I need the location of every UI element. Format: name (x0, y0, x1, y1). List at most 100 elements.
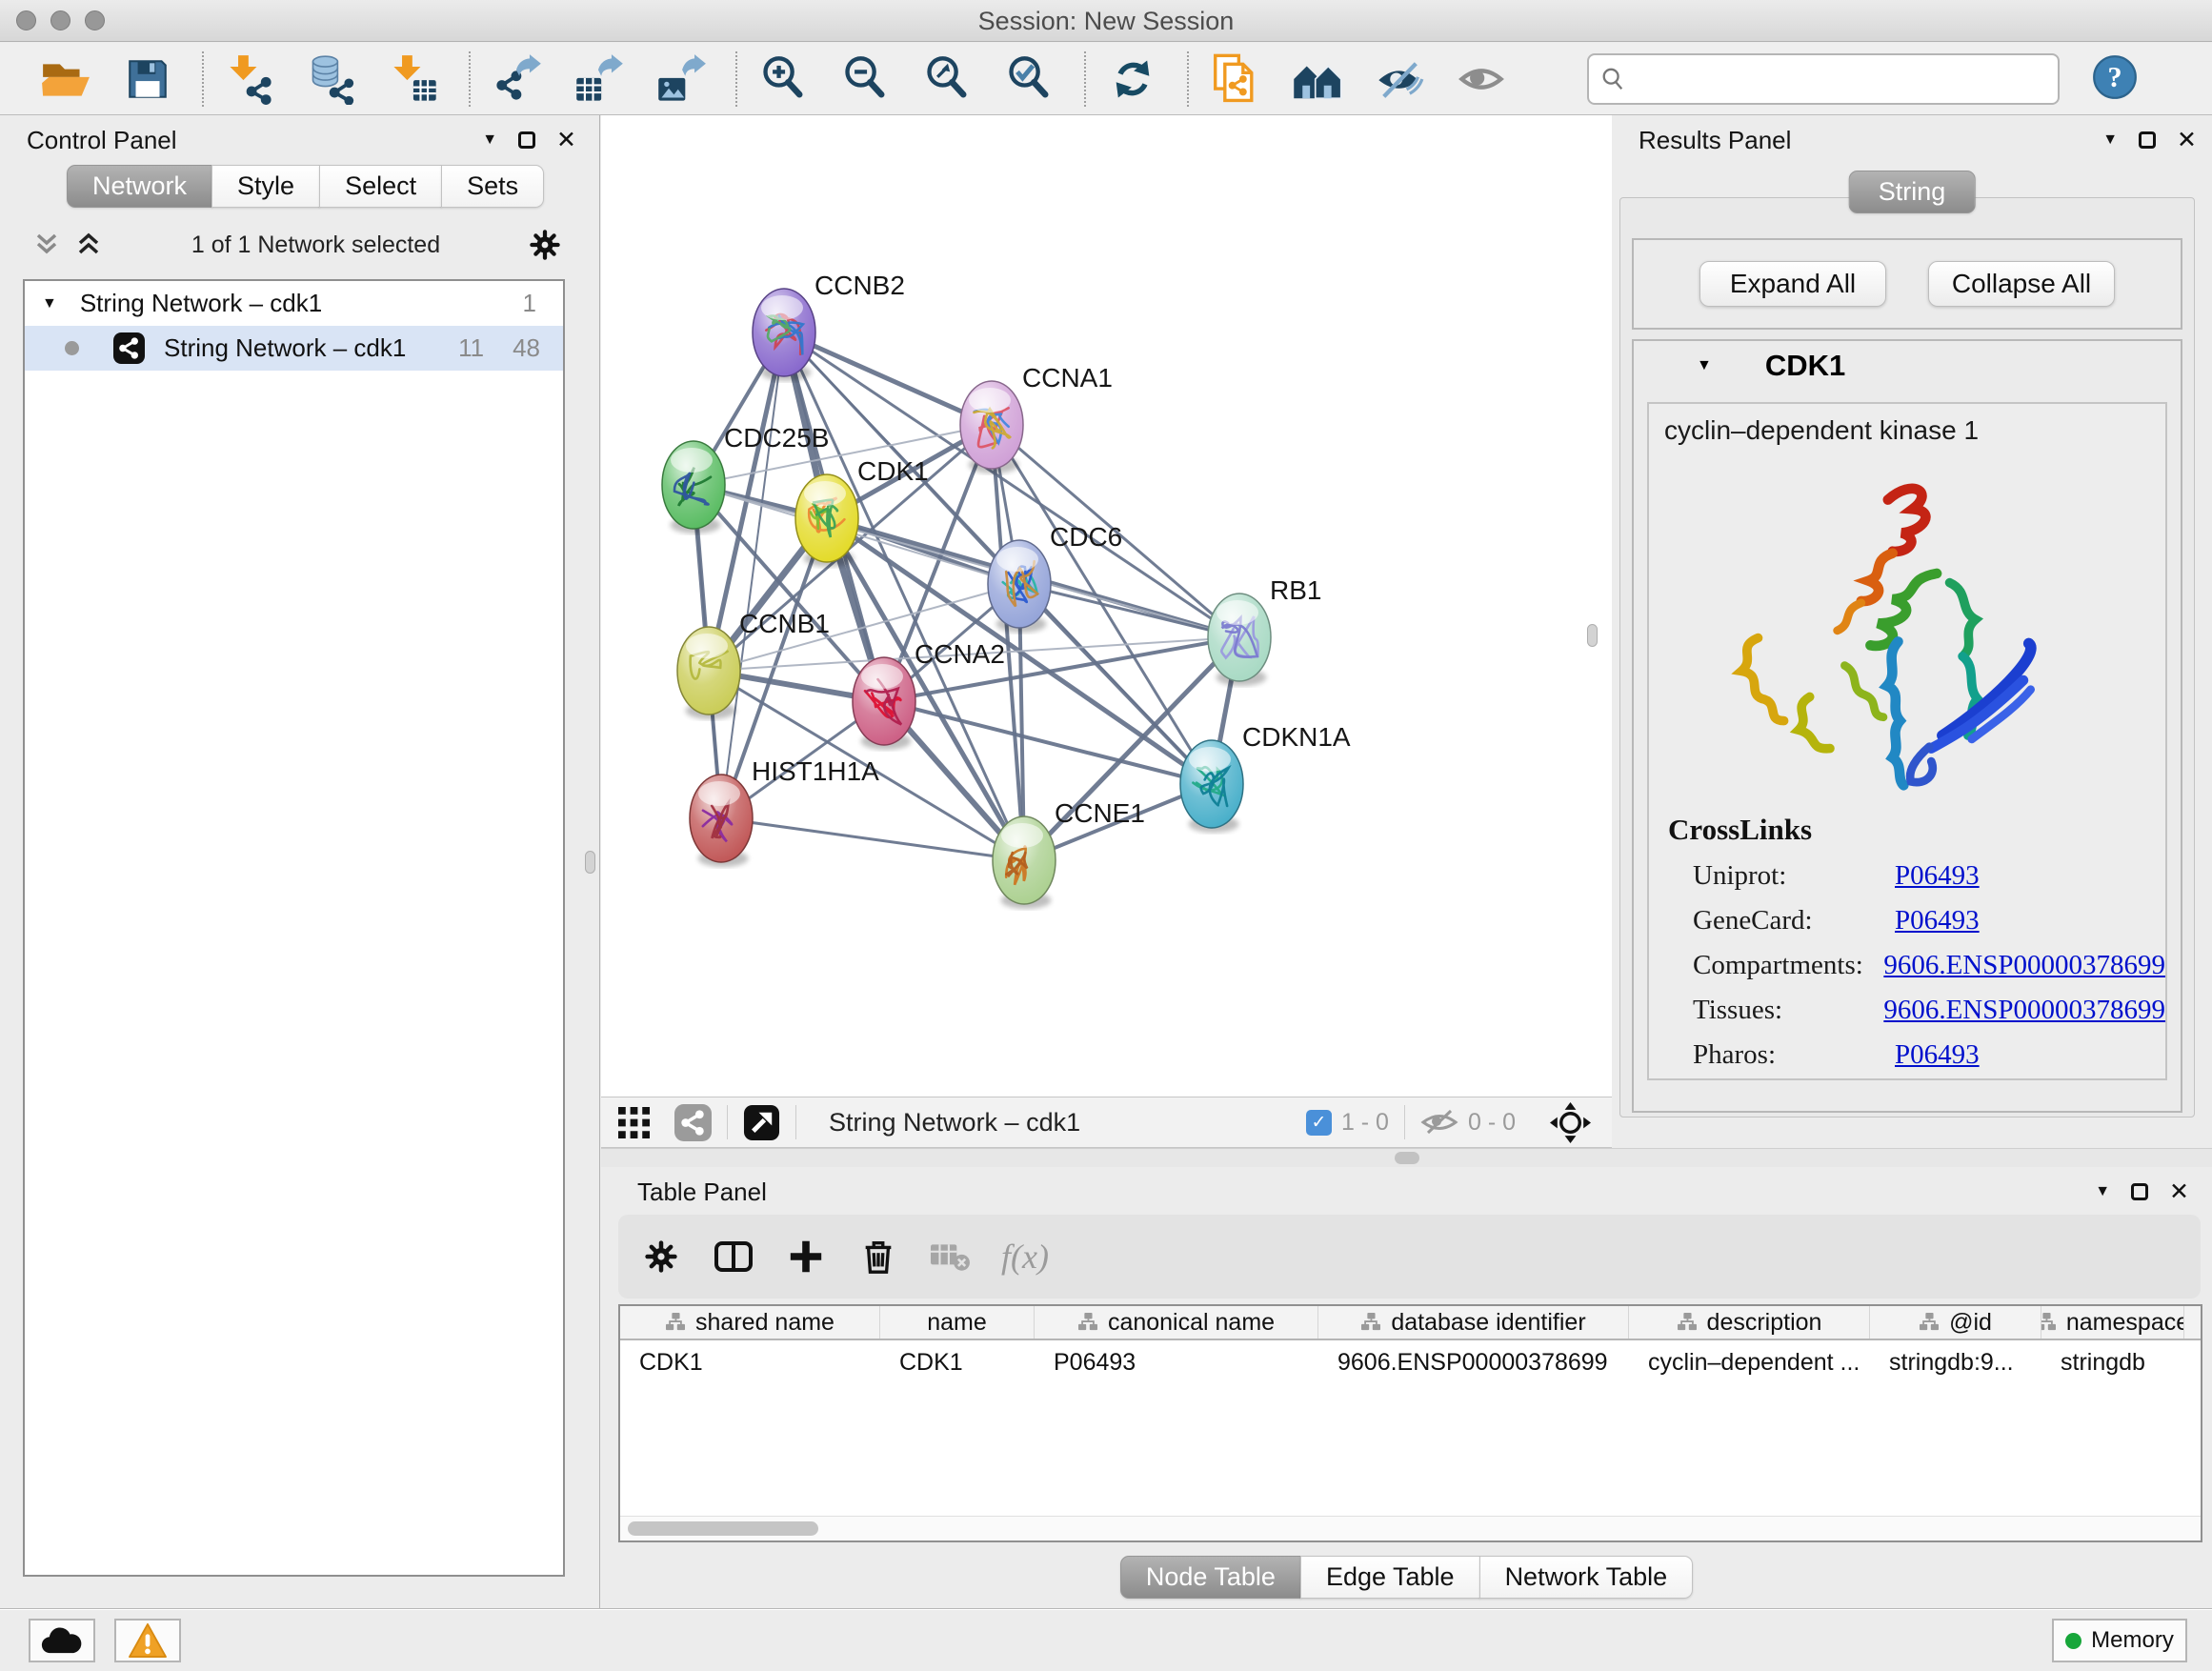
gear-icon[interactable] (529, 229, 561, 261)
collapse-all-icon[interactable] (32, 232, 61, 258)
import-network-file-icon[interactable] (221, 50, 280, 109)
browse-networks-icon[interactable] (1288, 50, 1347, 109)
panel-float-icon[interactable] (518, 131, 535, 149)
tab-select[interactable]: Select (319, 165, 442, 208)
tab-network[interactable]: Network (67, 165, 212, 208)
panel-menu-icon[interactable]: ▼ (2095, 1184, 2110, 1199)
table-cell[interactable]: CDK1 (880, 1349, 1035, 1377)
crosslink-value-link[interactable]: P06493 (1895, 1039, 1980, 1071)
collapse-all-button[interactable]: Collapse All (1928, 261, 2115, 307)
open-session-icon[interactable] (36, 50, 95, 109)
grid-view-icon[interactable] (618, 1107, 650, 1138)
column-header--id[interactable]: @id (1870, 1306, 2041, 1339)
scrollbar-thumb[interactable] (628, 1521, 818, 1536)
panel-resize-handle[interactable] (585, 851, 595, 874)
panel-close-icon[interactable]: ✕ (2169, 1180, 2189, 1204)
separator (727, 1105, 728, 1139)
export-image-icon[interactable] (652, 50, 711, 109)
table-row[interactable]: CDK1CDK1P064939606.ENSP00000378699cyclin… (620, 1340, 2201, 1384)
add-column-icon[interactable] (784, 1235, 828, 1278)
panel-float-icon[interactable] (2139, 131, 2156, 149)
main-toolbar: ? (0, 43, 2212, 115)
tab-network-table[interactable]: Network Table (1479, 1556, 1694, 1599)
tab-edge-table[interactable]: Edge Table (1300, 1556, 1480, 1599)
hierarchy-icon (2041, 1313, 2057, 1332)
node-result-header[interactable]: ▼ CDK1 (1634, 341, 2181, 391)
detach-view-icon[interactable] (743, 1104, 780, 1141)
table-settings-gear-icon[interactable] (639, 1235, 683, 1278)
import-network-database-icon[interactable] (303, 50, 362, 109)
show-columns-icon[interactable] (712, 1235, 755, 1278)
zoom-fit-icon[interactable] (918, 50, 977, 109)
expand-all-icon[interactable] (74, 232, 103, 258)
node-CDKN1A[interactable]: CDKN1A (1180, 722, 1351, 833)
crosslink-value-link[interactable]: 9606.ENSP00000378699 (1883, 995, 2165, 1026)
table-horizontal-scrollbar[interactable] (620, 1516, 2201, 1540)
panel-menu-icon[interactable]: ▼ (482, 132, 497, 148)
delete-icon[interactable] (856, 1235, 900, 1278)
tab-string[interactable]: String (1849, 171, 1976, 213)
crosslink-value-link[interactable]: 9606.ENSP00000378699 (1883, 950, 2165, 981)
memory-label: Memory (2091, 1627, 2174, 1654)
table-cell[interactable]: CDK1 (620, 1349, 880, 1377)
node-RB1[interactable]: RB1 (1208, 575, 1321, 686)
hide-glass-effect-icon[interactable] (1370, 50, 1429, 109)
node-CDC6[interactable]: CDC6 (988, 522, 1122, 633)
refresh-view-icon[interactable] (1103, 50, 1162, 109)
node-CCNE1[interactable]: CCNE1 (993, 798, 1145, 909)
horizontal-divider[interactable] (601, 1148, 2212, 1167)
column-header-database-identifier[interactable]: database identifier (1318, 1306, 1629, 1339)
selected-checkbox-icon[interactable]: ✓ (1306, 1110, 1332, 1136)
crosslink-value-link[interactable]: P06493 (1895, 905, 1980, 936)
crosslinks-section: CrossLinks Uniprot:P06493GeneCard:P06493… (1668, 813, 2165, 1071)
search-input[interactable] (1633, 58, 2058, 100)
panel-resize-handle[interactable] (1587, 624, 1598, 647)
crosslink-value-link[interactable]: P06493 (1895, 860, 1980, 892)
import-table-file-icon[interactable] (385, 50, 444, 109)
column-header-shared-name[interactable]: shared name (620, 1306, 880, 1339)
tab-node-table[interactable]: Node Table (1120, 1556, 1301, 1599)
zoom-selected-icon[interactable] (1000, 50, 1059, 109)
zoom-in-icon[interactable] (754, 50, 814, 109)
panel-menu-icon[interactable]: ▼ (2102, 132, 2118, 148)
tab-sets[interactable]: Sets (441, 165, 544, 208)
tab-style[interactable]: Style (211, 165, 320, 208)
collapse-triangle-icon[interactable]: ▼ (1697, 357, 1712, 374)
show-glass-effect-icon[interactable] (1452, 50, 1511, 109)
network-canvas[interactable]: CCNB2CCNA1CDC25BCDK1CDC6RB1CCNB1CCNA2CDK… (601, 115, 1612, 1097)
table-cell[interactable]: 9606.ENSP00000378699 (1318, 1349, 1629, 1377)
expand-all-button[interactable]: Expand All (1699, 261, 1886, 307)
panel-close-icon[interactable]: ✕ (2177, 129, 2197, 152)
export-table-icon[interactable] (570, 50, 629, 109)
panel-close-icon[interactable]: ✕ (556, 129, 576, 152)
table-cell[interactable]: cyclin–dependent ... (1629, 1349, 1870, 1377)
cloud-icon[interactable] (29, 1619, 95, 1662)
column-header-name[interactable]: name (880, 1306, 1035, 1339)
close-window-icon[interactable] (16, 10, 36, 30)
import-string-network-icon[interactable] (1206, 50, 1265, 109)
fit-selected-crosshair-icon[interactable] (1550, 1102, 1591, 1143)
warning-icon[interactable] (114, 1619, 181, 1662)
panel-float-icon[interactable] (2131, 1183, 2148, 1200)
network-collection-row[interactable]: ▼ String Network – cdk1 1 (25, 281, 563, 326)
collapse-triangle-icon[interactable]: ▼ (42, 295, 57, 312)
table-cell[interactable]: stringdb:9... (1870, 1349, 2041, 1377)
column-header-canonical-name[interactable]: canonical name (1035, 1306, 1318, 1339)
save-session-icon[interactable] (118, 50, 177, 109)
crosslink-label: GeneCard: (1668, 905, 1895, 936)
divider-grab-handle[interactable] (1395, 1152, 1419, 1164)
network-birdseye-icon[interactable] (674, 1104, 712, 1141)
memory-button[interactable]: Memory (2052, 1619, 2187, 1662)
export-network-icon[interactable] (488, 50, 547, 109)
node-CCNB2[interactable]: CCNB2 (753, 271, 905, 381)
column-header-namespace[interactable]: namespace (2041, 1306, 2184, 1339)
node-CCNA1[interactable]: CCNA1 (960, 363, 1113, 473)
zoom-out-icon[interactable] (836, 50, 895, 109)
column-header-description[interactable]: description (1629, 1306, 1870, 1339)
maximize-window-icon[interactable] (85, 10, 105, 30)
help-icon[interactable]: ? (2092, 54, 2138, 103)
network-row-selected[interactable]: String Network – cdk1 11 48 (25, 326, 563, 371)
table-cell[interactable]: stringdb (2041, 1349, 2184, 1377)
minimize-window-icon[interactable] (50, 10, 70, 30)
table-cell[interactable]: P06493 (1035, 1349, 1318, 1377)
